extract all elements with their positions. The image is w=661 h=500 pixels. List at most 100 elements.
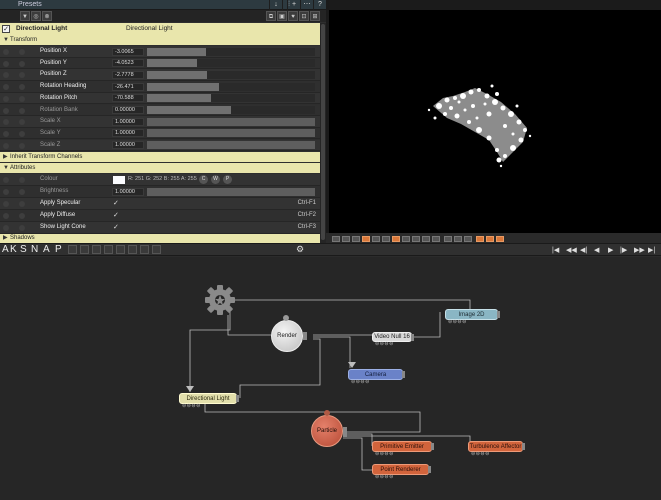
link-dot[interactable] — [19, 119, 25, 126]
param-value-input[interactable]: 1.00000 — [112, 117, 144, 126]
filter-icon[interactable]: ▼ — [20, 11, 30, 21]
node-handle[interactable] — [431, 443, 434, 450]
node-handle[interactable] — [411, 334, 414, 341]
param-slider[interactable] — [147, 59, 315, 68]
tool-button[interactable] — [80, 245, 89, 254]
tool-button[interactable] — [140, 245, 149, 254]
section-transform[interactable]: ▼ Transform — [0, 35, 320, 45]
target-icon[interactable]: ◎ — [31, 11, 41, 21]
param-value-input[interactable]: -4.0523 — [112, 59, 144, 68]
particle-node-port[interactable] — [324, 410, 330, 416]
keyframe-dot[interactable] — [3, 60, 9, 67]
tool-button[interactable] — [116, 245, 125, 254]
rewind-icon[interactable]: ◀◀ — [566, 246, 577, 254]
viewer-btn[interactable] — [382, 236, 390, 242]
apply-diffuse-checkbox[interactable]: ✓ — [113, 211, 119, 219]
copy-icon[interactable]: ⧉ — [266, 11, 276, 21]
keyframe-dot[interactable] — [3, 130, 9, 137]
skip-start-icon[interactable]: |◀ — [552, 246, 559, 254]
colour-swatch[interactable] — [113, 175, 125, 184]
link-dot[interactable] — [19, 130, 25, 137]
snap-letter[interactable]: P — [55, 244, 62, 255]
keyframe-dot[interactable] — [3, 142, 9, 149]
viewer-btn[interactable] — [352, 236, 360, 242]
more-icon[interactable]: ⋯ — [300, 0, 313, 10]
node-ports[interactable]: ⊖⊖⊖⊖ — [375, 451, 394, 457]
tool-button[interactable] — [92, 245, 101, 254]
viewer-btn[interactable] — [444, 236, 452, 242]
snap-letter[interactable]: S — [20, 244, 27, 255]
particle-node-handle[interactable] — [343, 427, 347, 437]
skip-end-icon[interactable]: ▶| — [648, 246, 655, 254]
video-null-node[interactable]: Video Null 16 ⊖⊖⊖⊖ — [372, 332, 414, 347]
point-renderer-node[interactable]: Point Renderer ⊖⊖⊖⊖ — [372, 464, 431, 480]
viewer-btn[interactable] — [412, 236, 420, 242]
help-icon[interactable]: ? — [313, 0, 326, 10]
image-2d-node[interactable]: Image 2D ⊖⊖⊖⊖ — [445, 309, 500, 325]
node-graph[interactable] — [0, 257, 661, 500]
link-dot[interactable] — [19, 84, 25, 91]
viewer-btn-active[interactable] — [392, 236, 400, 242]
viewer-btn[interactable] — [332, 236, 340, 242]
render-viewport[interactable] — [329, 10, 661, 233]
node-ports[interactable]: ⊖⊖⊖⊖ — [375, 474, 394, 480]
viewer-btn[interactable] — [402, 236, 410, 242]
fast-forward-icon[interactable]: ▶▶ — [634, 246, 645, 254]
snap-letter[interactable]: N — [31, 244, 38, 255]
delete-icon[interactable]: ⊗ — [42, 11, 52, 21]
apply-specular-checkbox[interactable]: ✓ — [113, 199, 119, 207]
viewer-btn[interactable] — [464, 236, 472, 242]
add-icon[interactable]: + — [287, 0, 300, 10]
param-slider[interactable] — [147, 82, 315, 91]
node-ports[interactable]: ⊖⊖⊖⊖ — [182, 403, 201, 409]
node-handle[interactable] — [497, 311, 500, 318]
section-inherit-transform[interactable]: ▶ Inherit Transform Channels — [0, 152, 320, 162]
keyframe-dot[interactable] — [3, 49, 9, 55]
keyframe-dot[interactable] — [3, 107, 9, 114]
keyframe-dot[interactable] — [3, 119, 9, 126]
node-ports[interactable]: ⊖⊖⊖⊖ — [448, 319, 467, 325]
grid-icon[interactable]: ⊞ — [310, 11, 320, 21]
tool-button[interactable] — [104, 245, 113, 254]
render-node-port[interactable] — [283, 315, 289, 321]
viewer-btn[interactable] — [372, 236, 380, 242]
link-dot[interactable] — [19, 189, 25, 195]
node-handle[interactable] — [402, 371, 405, 378]
param-slider[interactable] — [147, 47, 315, 56]
link-dot[interactable] — [19, 177, 25, 183]
paste-icon[interactable]: ▣ — [277, 11, 287, 21]
section-attributes[interactable]: ▼ Attributes — [0, 163, 320, 173]
keyframe-dot[interactable] — [3, 84, 9, 91]
param-slider[interactable] — [147, 117, 315, 126]
tool-button[interactable] — [152, 245, 161, 254]
directional-light-node[interactable]: Directional Light ⊖⊖⊖⊖ — [179, 393, 239, 409]
gear-icon[interactable]: ⚙ — [296, 244, 304, 255]
viewer-btn[interactable] — [422, 236, 430, 242]
link-dot[interactable] — [19, 142, 25, 149]
param-value-input[interactable]: -3.0065 — [112, 47, 144, 56]
gear-node-icon[interactable] — [203, 283, 237, 317]
scrollbar-thumb[interactable] — [321, 24, 325, 240]
brightness-slider[interactable] — [147, 187, 315, 196]
render-node[interactable]: Render — [271, 320, 303, 352]
viewer-btn-active[interactable] — [362, 236, 370, 242]
show-light-cone-checkbox[interactable]: ✓ — [113, 223, 119, 231]
camera-node[interactable]: Camera ⊖⊖⊖⊖ — [348, 369, 405, 385]
param-value-input[interactable]: 1.00000 — [112, 129, 144, 138]
link-dot[interactable] — [19, 95, 25, 102]
keyframe-dot[interactable] — [3, 72, 9, 79]
param-slider[interactable] — [147, 129, 315, 138]
step-forward-icon[interactable]: |▶ — [620, 246, 627, 254]
keyframe-dot[interactable] — [3, 189, 9, 195]
param-slider[interactable] — [147, 94, 315, 103]
param-value-input[interactable]: -70.588 — [112, 94, 144, 103]
viewer-btn-active[interactable] — [486, 236, 494, 242]
snap-letter[interactable]: A — [2, 244, 9, 255]
object-enabled-checkbox[interactable]: ✓ — [2, 25, 10, 33]
viewer-btn[interactable] — [342, 236, 350, 242]
viewer-btn[interactable] — [432, 236, 440, 242]
node-ports[interactable]: ⊖⊖⊖⊖ — [375, 341, 394, 347]
param-slider[interactable] — [147, 70, 315, 79]
node-handle[interactable] — [236, 395, 239, 402]
viewer-btn-active[interactable] — [476, 236, 484, 242]
